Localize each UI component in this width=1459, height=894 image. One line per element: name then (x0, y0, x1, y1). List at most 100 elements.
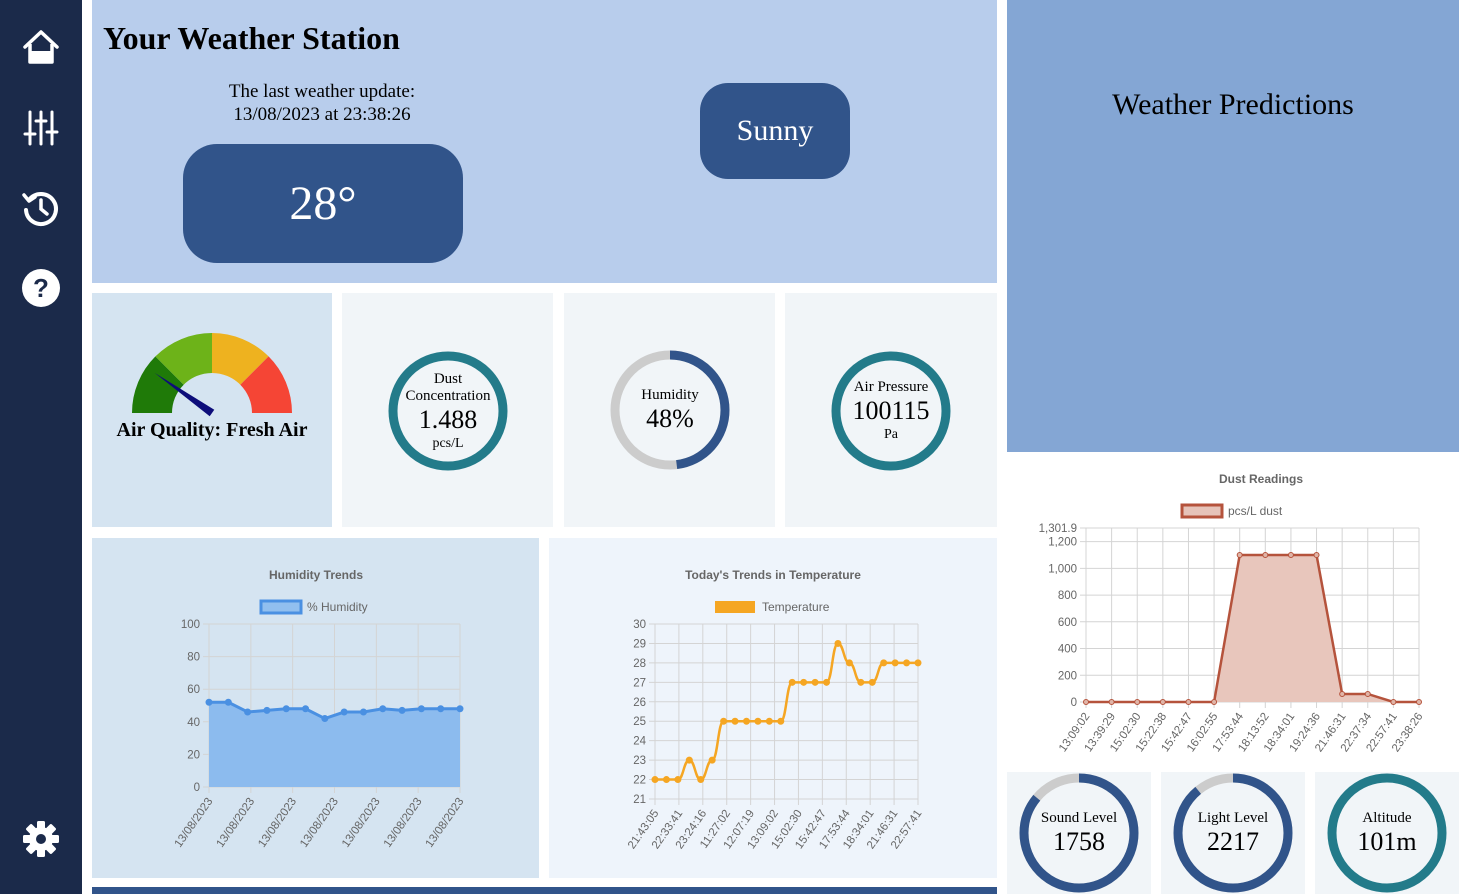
data-point[interactable] (914, 659, 922, 667)
y-tick-label: 20 (187, 749, 200, 761)
dust-legend-label[interactable]: pcs/L dust (1228, 504, 1283, 518)
data-point[interactable] (868, 678, 876, 686)
data-point[interactable] (662, 776, 670, 784)
data-point[interactable] (1339, 690, 1346, 697)
help-button[interactable]: ? (17, 264, 65, 312)
x-tick-label: 13/08/2023 (256, 796, 299, 850)
data-point[interactable] (880, 659, 888, 667)
data-point[interactable] (1083, 699, 1089, 705)
data-point[interactable] (1390, 699, 1397, 705)
data-point[interactable] (1416, 699, 1422, 705)
data-point[interactable] (823, 678, 831, 686)
settings-button[interactable] (17, 815, 65, 863)
temperature-trends-chart: Today's Trends in Temperature Temperatur… (626, 568, 925, 851)
y-tick-label: 30 (633, 619, 646, 631)
data-point[interactable] (1262, 551, 1269, 558)
humidity-card: Humidity 48% (564, 293, 775, 527)
data-point[interactable] (1108, 699, 1115, 705)
humidity-legend-swatch[interactable] (259, 599, 303, 615)
data-point[interactable] (456, 705, 464, 713)
x-tick-label: 13/08/2023 (173, 796, 216, 850)
temperature-chart-title: Today's Trends in Temperature (685, 568, 861, 582)
data-point[interactable] (1159, 699, 1166, 705)
data-point[interactable] (417, 705, 425, 713)
data-point[interactable] (720, 717, 728, 725)
data-point[interactable] (340, 708, 348, 716)
data-point[interactable] (321, 715, 329, 723)
data-point[interactable] (1211, 699, 1218, 705)
data-point[interactable] (437, 705, 445, 713)
data-point[interactable] (777, 717, 785, 725)
data-point[interactable] (685, 756, 693, 764)
dust-card: Dust Concentration 1.488 pcs/L (342, 293, 553, 527)
y-tick-label: 60 (187, 684, 200, 696)
home-button[interactable] (17, 23, 65, 71)
sound-label: Sound Level (1040, 809, 1118, 826)
weather-condition: Sunny (700, 83, 850, 179)
data-point[interactable] (731, 717, 739, 725)
y-tick-label: 400 (1058, 644, 1077, 656)
y-tick-label: 27 (633, 677, 646, 689)
data-point[interactable] (857, 678, 865, 686)
temperature-legend-swatch[interactable] (715, 601, 755, 613)
history-button[interactable] (17, 184, 65, 232)
page-title: Your Weather Station (103, 20, 400, 56)
data-point[interactable] (845, 659, 853, 667)
home-icon (23, 30, 59, 64)
controls-button[interactable] (17, 104, 65, 152)
data-point[interactable] (1364, 690, 1371, 697)
data-point[interactable] (811, 678, 819, 686)
y-tick-label: 1,200 (1048, 537, 1077, 549)
altitude-card: Altitude 101m (1315, 772, 1459, 894)
data-point[interactable] (754, 717, 762, 725)
data-point[interactable] (742, 717, 750, 725)
data-point[interactable] (359, 708, 367, 716)
y-tick-label: 21 (633, 794, 646, 806)
humidity-legend-label[interactable]: % Humidity (307, 600, 368, 614)
humidity-ring: Humidity 48% (608, 348, 732, 472)
data-point[interactable] (903, 659, 911, 667)
data-point[interactable] (1185, 699, 1192, 705)
data-point[interactable] (224, 698, 232, 706)
data-point[interactable] (263, 706, 271, 714)
data-point[interactable] (800, 678, 808, 686)
data-point[interactable] (302, 705, 310, 713)
light-ring: Light Level 2217 (1172, 772, 1294, 894)
data-point[interactable] (674, 776, 682, 784)
humidity-trends-chart: Humidity Trends % Humidity 0 20 40 60 80 100 1… (173, 568, 467, 850)
pressure-unit: Pa (884, 427, 898, 442)
data-point[interactable] (651, 776, 659, 784)
data-point[interactable] (697, 776, 705, 784)
data-point[interactable] (244, 708, 252, 716)
y-tick-label: 29 (633, 638, 646, 650)
predictions-title: Weather Predictions (1112, 88, 1354, 121)
data-point[interactable] (379, 705, 387, 713)
data-point[interactable] (398, 706, 406, 714)
data-point[interactable] (1236, 551, 1243, 558)
data-point[interactable] (205, 698, 213, 706)
y-tick-label: 22 (633, 775, 646, 787)
data-point[interactable] (708, 756, 716, 764)
sound-value: 1758 (1053, 826, 1105, 856)
temperature-legend-label[interactable]: Temperature (762, 600, 830, 614)
data-point[interactable] (891, 659, 899, 667)
dust-ring: Dust Concentration 1.488 pcs/L (387, 350, 509, 472)
current-weather-panel: Your Weather Station The last weather up… (92, 0, 997, 283)
series-area (1086, 554, 1419, 702)
temperature-trends-panel: Today's Trends in Temperature Temperatur… (549, 538, 997, 878)
dust-legend-swatch[interactable] (1180, 503, 1224, 519)
x-tick-label: 13/08/2023 (382, 796, 425, 850)
data-point[interactable] (282, 705, 290, 713)
y-tick-label: 24 (633, 736, 646, 748)
sidebar: ? (0, 0, 82, 894)
y-tick-label: 40 (187, 717, 200, 729)
data-point[interactable] (1134, 699, 1141, 705)
data-point[interactable] (1287, 551, 1294, 558)
data-point[interactable] (765, 717, 773, 725)
dust-label-line1: Dust (433, 370, 463, 387)
data-point[interactable] (834, 639, 842, 647)
data-point[interactable] (1313, 551, 1320, 558)
air-quality-label: Air Quality: Fresh Air (116, 419, 308, 441)
humidity-chart-title: Humidity Trends (269, 568, 363, 582)
data-point[interactable] (788, 678, 796, 686)
